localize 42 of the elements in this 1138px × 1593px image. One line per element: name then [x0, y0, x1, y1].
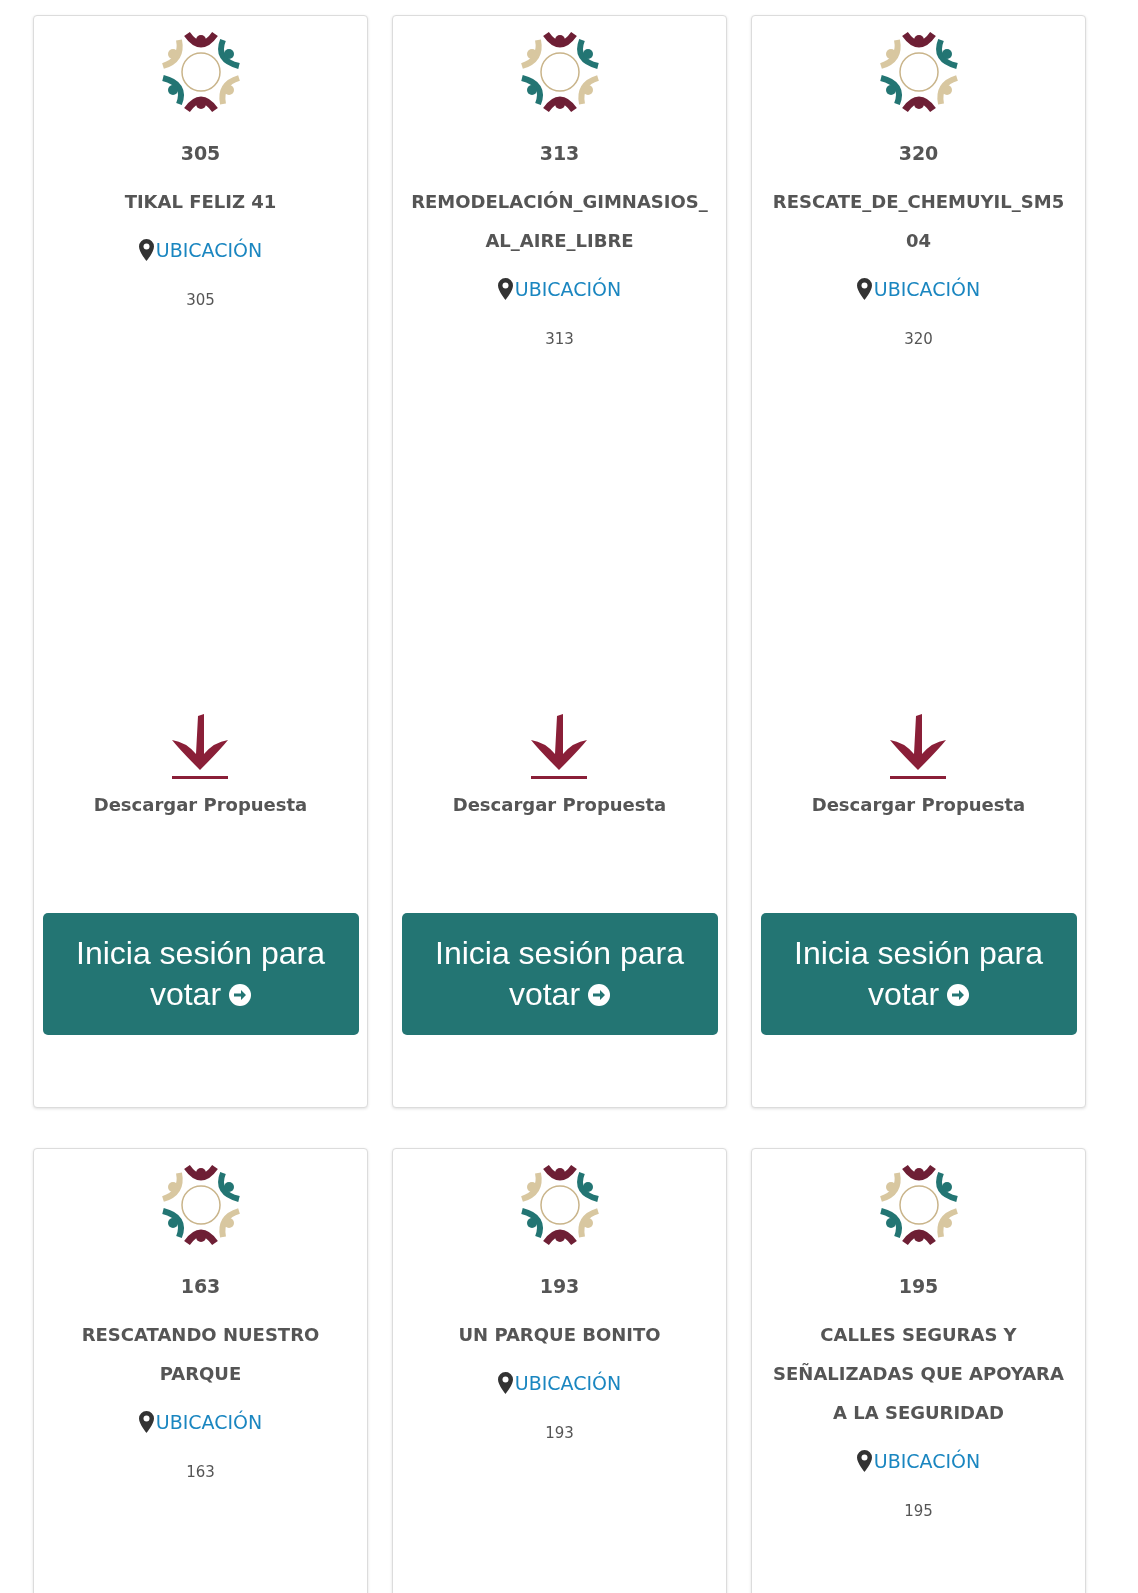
- arrow-circle-icon: [947, 984, 970, 1006]
- proposal-number: 305: [180, 142, 221, 164]
- download-link[interactable]: Descargar Propuesta: [93, 794, 308, 815]
- download-icon: [529, 714, 590, 780]
- vote-button[interactable]: Inicia sesión para votar: [42, 913, 359, 1035]
- download-icon: [888, 714, 949, 780]
- proposal-code: 163: [186, 1463, 215, 1481]
- arrow-circle-icon: [229, 984, 252, 1006]
- location-link[interactable]: UBICACIÓN: [138, 239, 263, 261]
- map-pin-icon: [497, 278, 513, 300]
- download-link[interactable]: Descargar Propuesta: [811, 794, 1026, 815]
- proposal-title: TIKAL FELIZ 41: [124, 190, 277, 214]
- proposal-title: RESCATE_DE_CHEMUYIL_SM504: [771, 190, 1066, 253]
- location-link[interactable]: UBICACIÓN: [856, 278, 981, 300]
- location-link[interactable]: UBICACIÓN: [138, 1411, 263, 1433]
- map-pin-icon: [138, 239, 154, 261]
- proposal-number: 163: [180, 1275, 221, 1297]
- proposal-number: 320: [898, 142, 939, 164]
- proposal-title: UN PARQUE BONITO: [458, 1323, 661, 1347]
- proposal-number: 313: [539, 142, 580, 164]
- map-pin-icon: [856, 1450, 872, 1472]
- proposal-number: 193: [539, 1275, 580, 1297]
- proposal-code: 313: [545, 330, 574, 348]
- proposal-code: 193: [545, 1424, 574, 1442]
- map-pin-icon: [497, 1372, 513, 1394]
- proposal-code: 195: [904, 1502, 933, 1520]
- arrow-circle-icon: [588, 984, 611, 1006]
- download-icon: [170, 714, 231, 780]
- download-link[interactable]: Descargar Propuesta: [452, 794, 667, 815]
- vote-button[interactable]: Inicia sesión para votar: [760, 913, 1077, 1035]
- proposal-title: RESCATANDO NUESTRO PARQUE: [80, 1323, 321, 1386]
- proposal-code: 320: [904, 330, 933, 348]
- location-link[interactable]: UBICACIÓN: [497, 278, 622, 300]
- vote-button[interactable]: Inicia sesión para votar: [401, 913, 718, 1035]
- map-pin-icon: [138, 1411, 154, 1433]
- location-link[interactable]: UBICACIÓN: [856, 1450, 981, 1472]
- proposal-title: CALLES SEGURAS Y SEÑALIZADAS QUE APOYARA A LA SEGURIDAD: [772, 1323, 1065, 1425]
- proposal-code: 305: [186, 291, 215, 309]
- proposal-number: 195: [898, 1275, 939, 1297]
- location-link[interactable]: UBICACIÓN: [497, 1372, 622, 1394]
- proposal-title: REMODELACIÓN_GIMNASIOS_AL_AIRE_LIBRE: [410, 190, 709, 253]
- map-pin-icon: [856, 278, 872, 300]
